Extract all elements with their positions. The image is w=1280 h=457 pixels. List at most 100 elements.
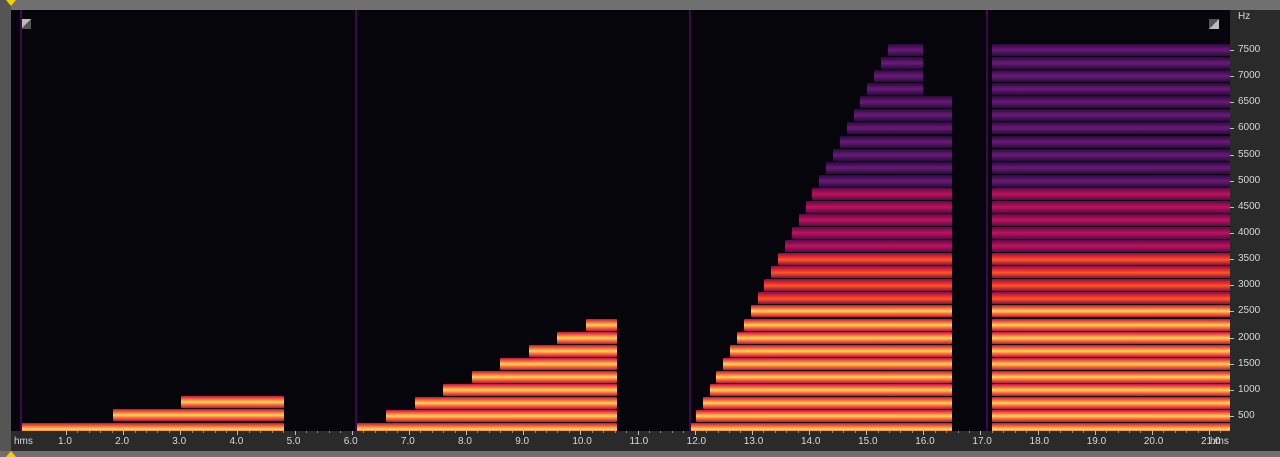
frequency-tick-label: 4500	[1238, 200, 1261, 212]
onset-line	[986, 10, 989, 431]
time-tick	[523, 431, 525, 435]
time-minor-tick	[477, 431, 479, 433]
left-border	[0, 0, 11, 457]
harmonic-band	[991, 96, 1230, 109]
harmonic-band	[991, 318, 1230, 331]
time-minor-tick	[1106, 431, 1108, 433]
harmonic-band	[750, 305, 952, 318]
time-minor-tick	[934, 431, 936, 433]
time-minor-tick	[100, 431, 102, 433]
time-minor-tick	[134, 431, 136, 433]
spectrogram-window: Hz 7500 7000 6500 6000 5500 5000 4500 4000 3500 3…	[0, 0, 1280, 457]
harmonic-band	[991, 253, 1230, 266]
time-tick-label: 5.0	[286, 436, 301, 447]
harmonic-band	[688, 423, 952, 431]
time-tick-label: 21.0	[1201, 436, 1221, 447]
time-minor-tick	[728, 431, 730, 433]
harmonic-band	[832, 148, 952, 161]
time-minor-tick	[443, 431, 445, 433]
time-minor-tick	[226, 431, 228, 433]
harmonic-band	[991, 410, 1230, 422]
time-minor-tick	[683, 431, 685, 433]
time-minor-tick	[146, 431, 147, 433]
time-minor-tick	[557, 431, 559, 433]
time-minor-tick	[1003, 431, 1005, 433]
time-tick-label: 16.0	[915, 436, 935, 447]
harmonic-band	[991, 70, 1230, 83]
time-minor-tick	[363, 431, 365, 433]
harmonic-band	[991, 292, 1230, 305]
harmonic-band	[586, 318, 618, 331]
time-tick-label: 2.0	[115, 436, 130, 447]
time-minor-tick	[511, 431, 513, 433]
time-minor-tick	[900, 431, 902, 433]
time-minor-tick	[717, 431, 719, 433]
onset-line	[354, 10, 357, 431]
time-minor-tick	[283, 431, 285, 433]
position-marker-top-icon[interactable]	[6, 0, 16, 6]
frequency-tick	[1230, 311, 1234, 313]
frequency-tick	[1230, 389, 1234, 391]
time-tick	[237, 431, 239, 435]
harmonic-band	[443, 383, 618, 396]
time-tick	[466, 431, 468, 435]
frequency-tick-label: 1000	[1238, 383, 1261, 395]
time-minor-tick	[671, 431, 673, 433]
time-tick-label: 13.0	[743, 436, 764, 447]
time-minor-tick	[763, 431, 765, 433]
harmonic-band	[730, 344, 952, 357]
spectrogram-display[interactable]	[11, 10, 1230, 431]
expand-corner-icon[interactable]	[21, 19, 31, 29]
time-minor-tick	[397, 431, 399, 433]
harmonic-band	[839, 135, 952, 148]
time-tick	[694, 431, 696, 435]
harmonic-band	[991, 266, 1230, 279]
time-minor-tick	[797, 431, 799, 433]
time-minor-tick	[214, 431, 216, 433]
harmonic-band	[874, 70, 924, 83]
time-minor-tick	[877, 431, 879, 433]
frequency-tick	[1230, 285, 1234, 287]
harmonic-band	[812, 187, 952, 200]
time-minor-tick	[1071, 431, 1073, 433]
time-tick	[751, 431, 753, 435]
time-minor-tick	[706, 431, 708, 433]
time-tick	[294, 431, 296, 435]
time-axis: hms hms 1.0 2.0 3.0 4.0 5.0 6.0 7.0 8.0 9.0 10.0 1…	[11, 431, 1230, 451]
time-minor-tick	[1060, 431, 1062, 433]
time-minor-tick	[248, 431, 250, 433]
harmonic-band	[991, 240, 1230, 253]
harmonic-band	[778, 253, 952, 266]
harmonic-band	[860, 96, 952, 109]
time-minor-tick	[1186, 431, 1188, 433]
time-minor-tick	[374, 431, 376, 433]
frequency-tick-label: 7500	[1238, 44, 1261, 55]
harmonic-band	[991, 227, 1230, 239]
harmonic-band	[880, 57, 924, 70]
frequency-tick-label: 6500	[1238, 96, 1261, 108]
time-minor-tick	[740, 431, 742, 433]
time-minor-tick	[888, 431, 890, 433]
time-minor-tick	[854, 431, 856, 433]
harmonic-band	[695, 410, 952, 422]
time-tick	[923, 431, 925, 435]
time-tick-label: 1.0	[58, 436, 72, 447]
harmonic-band	[764, 279, 952, 292]
time-minor-tick	[88, 431, 90, 433]
harmonic-band	[357, 423, 618, 431]
harmonic-band	[414, 396, 618, 409]
harmonic-band	[709, 383, 952, 396]
time-tick-label: 7.0	[400, 436, 415, 447]
harmonic-band	[798, 213, 952, 226]
time-tick	[1094, 431, 1096, 435]
collapse-corner-icon[interactable]	[1209, 19, 1219, 29]
harmonic-band	[991, 109, 1230, 122]
time-minor-tick	[1140, 431, 1142, 433]
time-tick-label: 11.0	[629, 436, 649, 447]
harmonic-band	[112, 409, 285, 422]
bottom-border	[0, 451, 1280, 457]
time-minor-tick	[1083, 431, 1085, 433]
time-minor-tick	[500, 431, 502, 433]
time-minor-tick	[843, 431, 845, 433]
position-marker-bottom-icon[interactable]	[6, 451, 16, 457]
